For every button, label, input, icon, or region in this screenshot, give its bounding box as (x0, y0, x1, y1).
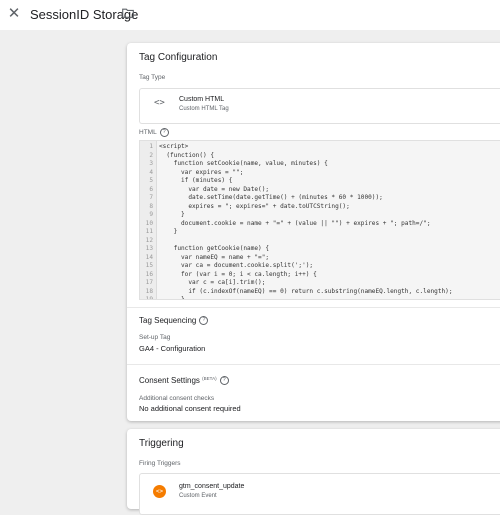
line-number: 3 (149, 160, 153, 167)
code-line: 13 function getCookie(name) { (140, 245, 500, 254)
trigger-name: gtm_consent_update (179, 483, 245, 490)
code-line: 7 date.setTime(date.getTime() + (minutes… (140, 194, 500, 203)
line-number: 13 (145, 245, 153, 252)
triggering-panel: Triggering Firing Triggers <> gtm_consen… (127, 429, 500, 515)
tag-type-label: Tag Type (139, 74, 166, 81)
code-lines: 1 <script> 2 (function() {3 function setCo… (140, 143, 500, 300)
code-text: <script> (159, 143, 189, 150)
code-text: (function() { (159, 151, 215, 159)
line-number: 19 (145, 296, 153, 300)
line-number: 9 (149, 211, 153, 218)
consent-settings-heading: Consent Settings (139, 376, 200, 385)
tag-configuration-panel: Tag Configuration Tag Type <> Custom HTM… (127, 43, 500, 421)
line-number: 11 (145, 228, 153, 235)
top-bar: ✕ SessionID Storage (0, 0, 500, 30)
firing-triggers-label: Firing Triggers (139, 460, 181, 467)
line-number: 16 (145, 270, 153, 278)
consent-checks-value: No additional consent required (139, 404, 241, 413)
tag-sequencing-row[interactable]: Tag Sequencing? (139, 316, 209, 326)
line-number: 7 (149, 194, 153, 201)
code-text: var date = new Date(); (159, 185, 270, 193)
code-text: var expires = ""; (159, 168, 244, 176)
line-number: 12 (145, 236, 153, 244)
code-line: 12 (140, 237, 500, 246)
help-icon[interactable]: ? (199, 316, 209, 326)
code-text: document.cookie = name + "=" + (value ||… (159, 219, 431, 227)
setup-tag-value: GA4 - Configuration (139, 344, 206, 353)
tag-type-selector[interactable]: <> Custom HTML Custom HTML Tag (139, 88, 500, 124)
line-number: 5 (149, 177, 153, 184)
code-line: 17 var c = ca[i].trim(); (140, 279, 500, 288)
line-number: 15 (145, 262, 153, 269)
divider (127, 307, 500, 308)
line-number: 2 (149, 151, 153, 159)
code-line: 4 var expires = ""; (140, 169, 500, 178)
code-text: var nameEQ = name + "="; (159, 253, 270, 261)
code-text: function setCookie(name, value, minutes)… (159, 160, 328, 167)
code-line: 15 var ca = document.cookie.split(';'); (140, 262, 500, 271)
html-label: HTML (139, 129, 157, 137)
trigger-item[interactable]: <> gtm_consent_update Custom Event (139, 473, 500, 515)
tag-type-description: Custom HTML Tag (179, 106, 229, 112)
setup-tag-label: Set-up Tag (139, 334, 171, 341)
custom-event-icon: <> (153, 485, 166, 498)
help-icon[interactable]: ? (159, 128, 169, 137)
code-line: 5 if (minutes) { (140, 177, 500, 186)
code-text: } (159, 228, 178, 235)
line-number: 4 (149, 168, 153, 176)
code-text: date.setTime(date.getTime() + (minutes *… (159, 194, 383, 201)
tag-type-name: Custom HTML (179, 96, 225, 103)
line-number: 10 (145, 219, 153, 227)
code-text: if (c.indexOf(nameEQ) == 0) return c.sub… (159, 287, 453, 295)
code-line: 10 document.cookie = name + "=" + (value… (140, 220, 500, 229)
code-line: 1 <script> (140, 143, 500, 152)
code-line: 14 var nameEQ = name + "="; (140, 254, 500, 263)
code-line: 16 for (var i = 0; i < ca.length; i++) { (140, 271, 500, 280)
beta-badge: (BETA) (202, 376, 217, 381)
consent-settings-row[interactable]: Consent Settings (BETA)? (139, 376, 229, 386)
code-text: var ca = document.cookie.split(';'); (159, 262, 314, 269)
code-line: 6 var date = new Date(); (140, 186, 500, 195)
line-number: 6 (149, 185, 153, 193)
line-number: 18 (145, 287, 153, 295)
html-code-editor[interactable]: 1 <script> 2 (function() {3 function setCo… (139, 140, 500, 300)
line-number: 14 (145, 253, 153, 261)
code-text: for (var i = 0; i < ca.length; i++) { (159, 270, 317, 278)
line-number: 8 (149, 202, 153, 210)
code-line: 2 (function() { (140, 152, 500, 161)
line-number: 17 (145, 279, 153, 286)
code-line: 3 function setCookie(name, value, minute… (140, 160, 500, 169)
html-label-row: HTML? (139, 128, 169, 137)
help-icon[interactable]: ? (219, 376, 229, 386)
code-icon: <> (154, 98, 165, 108)
code-line: 18 if (c.indexOf(nameEQ) == 0) return c.… (140, 288, 500, 297)
divider (127, 364, 500, 365)
code-text: expires = "; expires=" + date.toUTCStrin… (159, 202, 350, 210)
triggering-heading: Triggering (139, 438, 184, 449)
tag-sequencing-heading: Tag Sequencing (139, 316, 197, 325)
code-text: if (minutes) { (159, 177, 233, 184)
folder-icon[interactable] (122, 8, 134, 18)
code-line: 9 } (140, 211, 500, 220)
code-text: function getCookie(name) { (159, 245, 270, 252)
code-text: var c = ca[i].trim(); (159, 279, 266, 286)
close-icon[interactable]: ✕ (7, 6, 21, 21)
tag-configuration-heading: Tag Configuration (139, 52, 218, 63)
code-text: } (159, 211, 185, 218)
code-text: } (159, 296, 185, 300)
code-line: 19 } (140, 296, 500, 300)
line-number: 1 (149, 143, 153, 150)
consent-checks-label: Additional consent checks (139, 395, 215, 402)
code-line: 11 } (140, 228, 500, 237)
code-line: 8 expires = "; expires=" + date.toUTCStr… (140, 203, 500, 212)
trigger-type: Custom Event (179, 493, 217, 499)
